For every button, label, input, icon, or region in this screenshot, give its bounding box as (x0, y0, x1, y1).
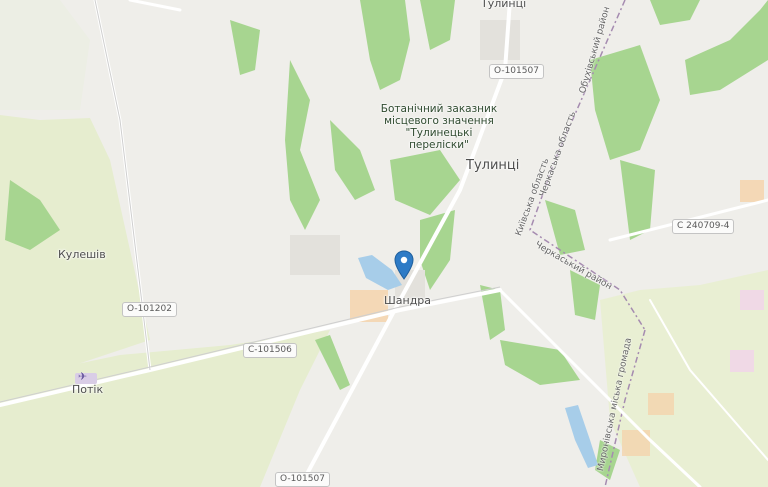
map-view[interactable]: Тулинці Тулинці Кулешів Шандра Потік ✈ Б… (0, 0, 768, 487)
farmland-area (0, 0, 90, 110)
forest (285, 60, 320, 230)
map-canvas[interactable] (0, 0, 768, 487)
forest (685, 0, 768, 95)
place-label-shandra[interactable]: Шандра (384, 294, 431, 307)
forest (650, 0, 700, 25)
forest (315, 335, 350, 390)
field-patch (648, 393, 674, 415)
road (128, 0, 182, 12)
road-shield-c240709: C 240709-4 (672, 219, 735, 234)
location-pin-icon[interactable] (394, 250, 414, 280)
forest (500, 340, 580, 385)
lake (565, 405, 598, 468)
road-shield-o101507-top: O-101507 (489, 64, 544, 79)
village-area (480, 20, 520, 60)
place-label-kuleshiv[interactable]: Кулешів (58, 248, 106, 261)
nature-reserve-label[interactable]: Ботанічний заказник місцевого значення "… (380, 103, 498, 151)
forest (620, 160, 655, 240)
field-patch (730, 350, 754, 372)
road-shield-c101506: C-101506 (243, 343, 297, 358)
airplane-icon: ✈ (78, 370, 88, 383)
forest (590, 45, 660, 160)
forest (420, 0, 455, 50)
road-shield-o101202: O-101202 (122, 302, 177, 317)
forest (230, 20, 260, 75)
village-area (290, 235, 340, 275)
field-patch (740, 290, 764, 310)
place-label-potik[interactable]: Потік (72, 383, 103, 396)
road-shield-o101507-bottom: O-101507 (275, 472, 330, 487)
place-label-tulyntsi-top[interactable]: Тулинці (481, 0, 526, 10)
place-label-tulyntsi[interactable]: Тулинці (466, 158, 519, 173)
forest (360, 0, 410, 90)
forest (330, 120, 375, 200)
field-patch (740, 180, 764, 202)
